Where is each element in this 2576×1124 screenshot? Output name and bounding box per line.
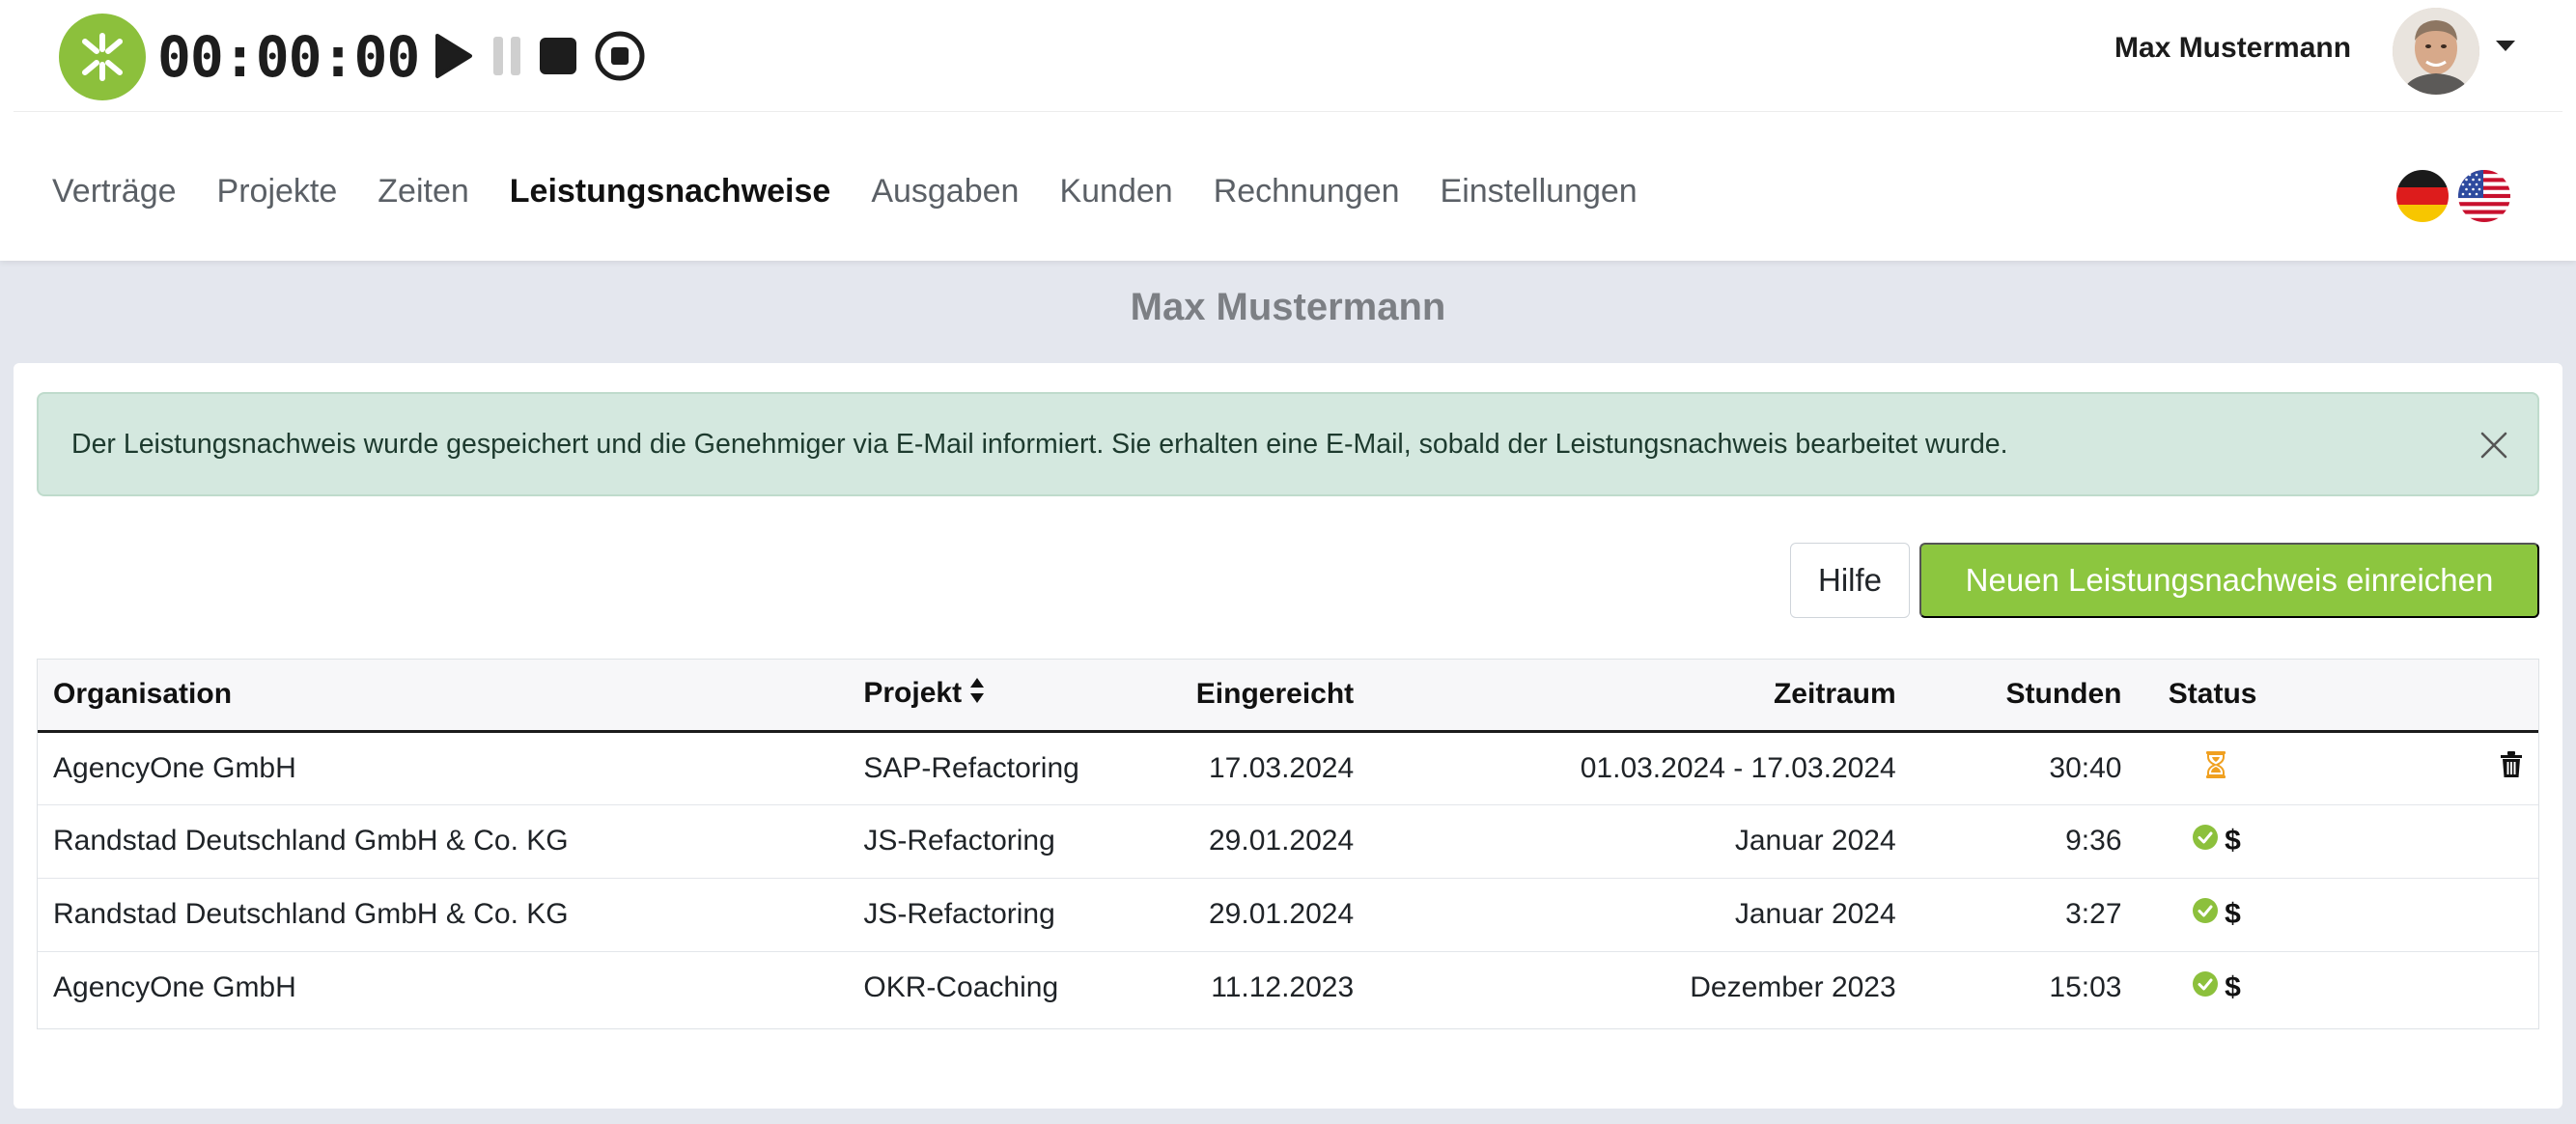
cell-actions (2272, 951, 2538, 1025)
flag-de-icon[interactable] (2396, 170, 2449, 222)
nav-item-zeiten[interactable]: Zeiten (378, 173, 469, 211)
sort-icon[interactable] (969, 677, 985, 712)
cell-eingereicht: 17.03.2024 (1108, 731, 1370, 805)
help-button[interactable]: Hilfe (1790, 543, 1910, 618)
nav-item-leistungsnachweise[interactable]: Leistungsnachweise (510, 173, 831, 211)
cell-projekt: SAP-Refactoring (848, 731, 1109, 805)
cell-zeitraum: Dezember 2023 (1690, 971, 1896, 1004)
flag-us-icon[interactable] (2458, 170, 2510, 222)
timer-display: 00:00:00 (157, 24, 420, 90)
col-actions (2272, 660, 2538, 733)
cell-projekt: JS-Refactoring (848, 878, 1109, 952)
nav-item-vertraege[interactable]: Verträge (52, 173, 177, 211)
cell-status (2137, 731, 2273, 805)
cell-actions (2272, 878, 2538, 952)
col-stunden[interactable]: Stunden (1911, 660, 2138, 733)
col-organisation[interactable]: Organisation (38, 660, 849, 733)
dollar-icon: $ (2225, 971, 2241, 1004)
hourglass-icon (2205, 750, 2226, 787)
app-logo-icon[interactable] (59, 14, 146, 100)
main-nav: Verträge Projekte Zeiten Leistungsnachwe… (52, 164, 1678, 218)
check-circle-icon (2192, 824, 2219, 858)
table-header-row: Organisation Projekt Eingereicht Zeitrau… (38, 660, 2538, 733)
cell-zeitraum: Januar 2024 (1369, 878, 1912, 952)
alert-message: Der Leistungsnachweis wurde gespeichert … (71, 428, 2008, 460)
cell-projekt: OKR-Coaching (863, 971, 1059, 1004)
nav-item-einstellungen[interactable]: Einstellungen (1441, 173, 1638, 211)
pause-icon[interactable] (480, 29, 534, 83)
cell-organisation: AgencyOne GmbH (53, 971, 296, 1004)
header: 00:00:00 Max Mustermann Verträge Projekt… (0, 0, 2576, 261)
cell-eingereicht: 29.01.2024 (1108, 804, 1370, 879)
cell-status: $ (2138, 951, 2273, 1025)
table-row[interactable]: Randstad Deutschland GmbH & Co. KG JS-Re… (38, 804, 2538, 879)
success-alert: Der Leistungsnachweis wurde gespeichert … (37, 392, 2539, 496)
nav-item-rechnungen[interactable]: Rechnungen (1214, 173, 1400, 211)
table-row[interactable]: AgencyOne GmbH SAP-Refactoring 17.03.202… (38, 731, 2538, 805)
table-row[interactable]: Randstad Deutschland GmbH & Co. KG JS-Re… (38, 878, 2538, 952)
cell-stunden: 9:36 (1911, 804, 2138, 879)
table-row[interactable]: AgencyOne GmbH OKR-Coaching 11.12.2023 D… (38, 951, 2538, 1025)
cell-actions (2272, 804, 2538, 879)
record-icon[interactable] (593, 29, 647, 83)
col-status[interactable]: Status (2137, 660, 2273, 733)
cell-stunden: 3:27 (1911, 878, 2138, 952)
cell-status: $ (2137, 878, 2273, 952)
play-icon[interactable] (427, 29, 481, 83)
avatar[interactable] (2393, 8, 2479, 95)
nav-item-kunden[interactable]: Kunden (1059, 173, 1172, 211)
user-name[interactable]: Max Mustermann (2114, 29, 2351, 68)
cell-organisation: AgencyOne GmbH (38, 731, 849, 805)
cell-zeitraum: 01.03.2024 - 17.03.2024 (1369, 731, 1912, 805)
close-icon[interactable] (2479, 431, 2508, 460)
check-circle-icon (2192, 970, 2219, 1005)
col-zeitraum[interactable]: Zeitraum (1369, 660, 1912, 733)
dollar-icon: $ (2225, 898, 2241, 930)
new-timesheet-button[interactable]: Neuen Leistungsnachweis einreichen (1919, 543, 2539, 618)
nav-item-ausgaben[interactable]: Ausgaben (871, 173, 1019, 211)
cell-stunden: 15:03 (2049, 971, 2122, 1004)
cell-status: $ (2137, 804, 2273, 879)
cell-organisation: Randstad Deutschland GmbH & Co. KG (38, 804, 849, 879)
cell-eingereicht: 11.12.2023 (1211, 971, 1355, 1004)
page-title: Max Mustermann (1130, 286, 1446, 328)
cell-organisation: Randstad Deutschland GmbH & Co. KG (38, 878, 849, 952)
chevron-down-icon[interactable] (2496, 41, 2515, 51)
divider (14, 111, 2562, 112)
check-circle-icon (2192, 897, 2219, 932)
timer-bar: 00:00:00 Max Mustermann (0, 0, 2576, 112)
cell-actions (2272, 731, 2538, 805)
cell-eingereicht: 29.01.2024 (1108, 878, 1370, 952)
col-projekt[interactable]: Projekt (848, 660, 1109, 733)
dollar-icon: $ (2225, 825, 2241, 857)
cell-zeitraum: Januar 2024 (1369, 804, 1912, 879)
col-eingereicht[interactable]: Eingereicht (1108, 660, 1370, 733)
cell-projekt: JS-Refactoring (848, 804, 1109, 879)
trash-icon[interactable] (2500, 750, 2523, 786)
timesheet-table: Organisation Projekt Eingereicht Zeitrau… (37, 659, 2539, 1029)
stop-icon[interactable] (531, 29, 585, 83)
cell-stunden: 30:40 (1911, 731, 2138, 805)
content-card: Der Leistungsnachweis wurde gespeichert … (14, 363, 2562, 1109)
nav-item-projekte[interactable]: Projekte (217, 173, 338, 211)
